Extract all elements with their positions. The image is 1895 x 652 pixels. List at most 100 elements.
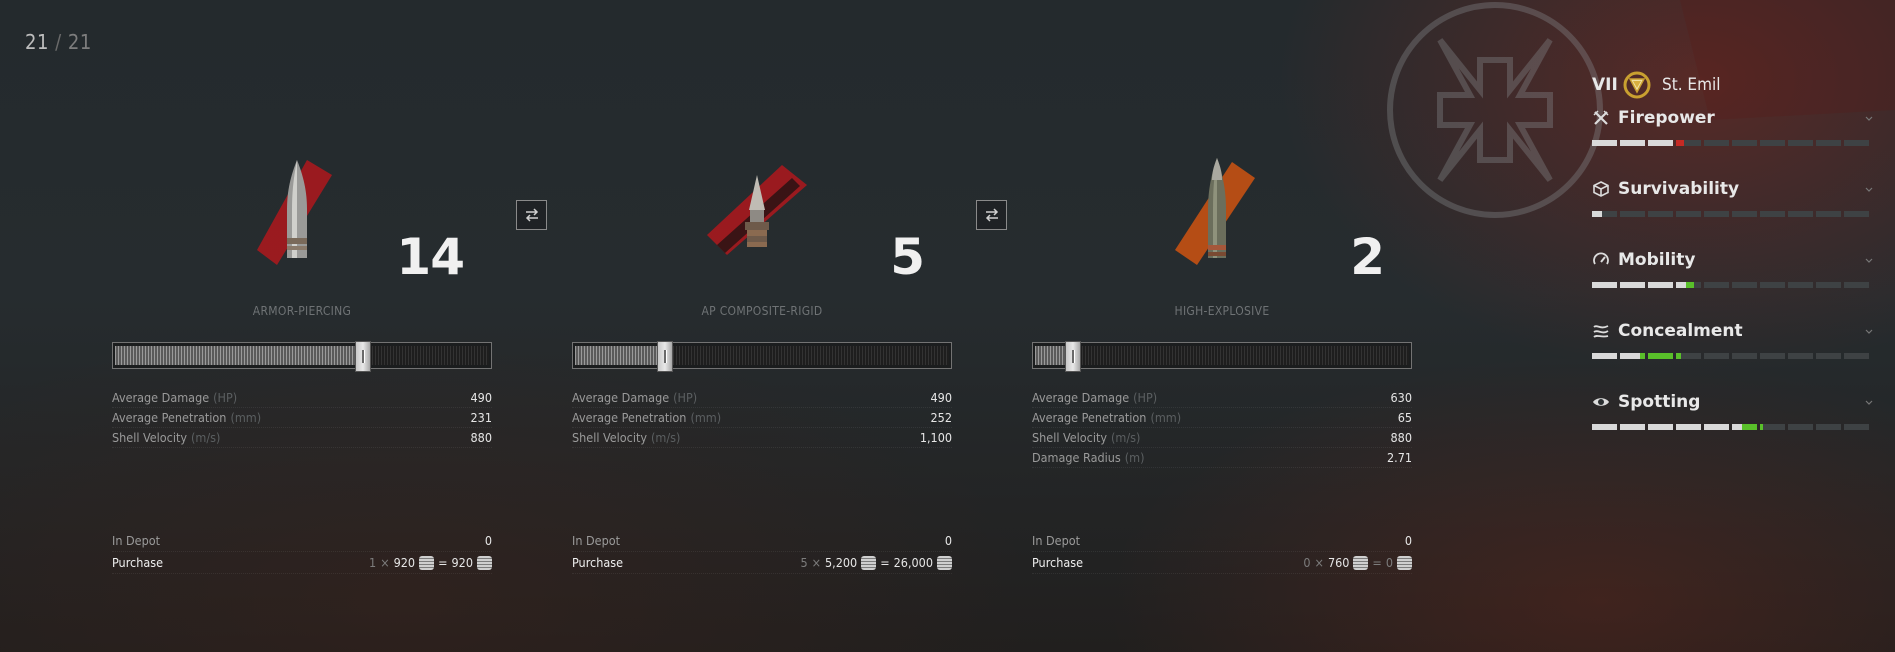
attribute-bar-segment <box>1844 211 1869 217</box>
swap-arrows-icon <box>985 208 998 222</box>
purchase-label: Purchase <box>1032 555 1084 570</box>
attribute-bar-segment <box>1592 211 1617 217</box>
chevron-down-icon[interactable] <box>1864 255 1874 265</box>
swap-arrows-icon <box>525 208 538 222</box>
stat-value: 630 <box>1390 390 1412 405</box>
attribute-bar-segment <box>1732 140 1757 146</box>
attribute-bar-segment <box>1760 140 1785 146</box>
attribute-spotting[interactable]: Spotting <box>1592 390 1874 449</box>
shell-stats: Average Damage (HP) 630 Average Penetrati… <box>1032 388 1412 468</box>
attribute-firepower[interactable]: Firepower <box>1592 106 1874 165</box>
slider-handle[interactable] <box>1065 341 1081 372</box>
stat-value: 65 <box>1397 410 1412 425</box>
stat-unit: (m/s) <box>191 430 221 445</box>
speedometer-icon <box>1593 252 1609 265</box>
shell-depot-info: In Depot 0 Purchase 5 × 5,200 = 26,000 <box>572 530 952 574</box>
shell-quantity-slider[interactable] <box>1032 341 1412 372</box>
attribute-mobility[interactable]: Mobility <box>1592 248 1874 307</box>
stat-label: Average Penetration <box>1032 410 1147 425</box>
attribute-bar-segment <box>1704 211 1729 217</box>
purchase-total: 26,000 <box>893 555 933 570</box>
tank-destroyer-class-icon <box>1623 71 1651 99</box>
stat-unit: (m/s) <box>651 430 681 445</box>
attribute-bar-segment <box>1732 353 1757 359</box>
attribute-bar-segment <box>1648 211 1673 217</box>
slots-current: 21 <box>25 30 49 54</box>
chevron-down-icon[interactable] <box>1864 397 1874 407</box>
attribute-bar-segment <box>1676 140 1701 146</box>
stat-value: 880 <box>470 430 492 445</box>
attribute-concealment[interactable]: Concealment <box>1592 319 1874 378</box>
attribute-title: Concealment <box>1618 321 1743 341</box>
shell-quantity-slider[interactable] <box>572 341 952 372</box>
attribute-bar-segment <box>1704 140 1729 146</box>
shell-count: 14 <box>396 228 465 286</box>
unit-price: 760 <box>1327 555 1350 570</box>
attribute-bar-segment <box>1592 282 1617 288</box>
attribute-bar-segment <box>1620 282 1645 288</box>
in-depot-label: In Depot <box>112 533 161 548</box>
shell-quantity-slider[interactable] <box>112 341 492 372</box>
stat-unit: (m/s) <box>1111 430 1141 445</box>
attribute-bar-segment <box>1760 353 1785 359</box>
stat-row: Shell Velocity (m/s) 880 <box>112 428 492 448</box>
shell-slot-ap-composite-rigid[interactable]: 5 AP COMPOSITE-RIGID Average Damage (HP) … <box>572 0 952 652</box>
attribute-bar-segment <box>1676 211 1701 217</box>
shell-stats: Average Damage (HP) 490 Average Penetrati… <box>112 388 492 448</box>
shell-count: 5 <box>890 228 925 286</box>
swap-shells-button[interactable] <box>516 200 547 230</box>
credits-icon <box>1353 555 1369 570</box>
stat-label: Damage Radius <box>1032 450 1121 465</box>
attribute-bar-segment <box>1620 140 1645 146</box>
stat-unit: (HP) <box>1133 390 1158 405</box>
unit-price: 5,200 <box>825 555 858 570</box>
attribute-bar-segment <box>1732 424 1757 430</box>
purchase-quantity: 0 <box>1303 555 1311 570</box>
attribute-bar-segment <box>1788 140 1813 146</box>
attribute-bar-segment <box>1648 424 1673 430</box>
stat-value: 490 <box>470 390 492 405</box>
slider-handle[interactable] <box>355 341 371 372</box>
stat-label: Shell Velocity <box>1032 430 1108 445</box>
shell-slot-high-explosive[interactable]: 2 HIGH-EXPLOSIVE Average Damage (HP) 630 … <box>1032 0 1412 652</box>
attribute-title: Mobility <box>1618 250 1696 270</box>
times-sign: × <box>811 555 822 570</box>
stat-label: Average Penetration <box>572 410 687 425</box>
stat-unit: (HP) <box>673 390 698 405</box>
times-sign: × <box>1314 555 1324 570</box>
stat-row: Average Penetration (mm) 65 <box>1032 408 1412 428</box>
swap-shells-button[interactable] <box>976 200 1007 230</box>
stat-label: Average Damage <box>1032 390 1130 405</box>
vehicle-tier: VII <box>1592 75 1618 95</box>
purchase-total: 920 <box>451 555 473 570</box>
shell-depot-info: In Depot 0 Purchase 1 × 920 = 920 <box>112 530 492 574</box>
stat-unit: (m) <box>1124 450 1145 465</box>
in-depot-label: In Depot <box>572 533 621 548</box>
stat-unit: (HP) <box>213 390 238 405</box>
chevron-down-icon[interactable] <box>1864 184 1874 194</box>
shell-type-name: AP COMPOSITE-RIGID <box>701 304 823 318</box>
in-depot-row: In Depot 0 <box>1032 530 1412 552</box>
attribute-bar-segment <box>1844 140 1869 146</box>
attribute-title: Spotting <box>1618 392 1701 412</box>
attribute-bar-segment <box>1760 282 1785 288</box>
in-depot-row: In Depot 0 <box>572 530 952 552</box>
attribute-survivability[interactable]: Survivability <box>1592 177 1874 236</box>
attribute-bar-segment <box>1760 211 1785 217</box>
times-sign: × <box>380 555 390 570</box>
stat-value: 2.71 <box>1386 450 1412 465</box>
stat-row: Average Damage (HP) 490 <box>572 388 952 408</box>
stat-value: 490 <box>930 390 952 405</box>
purchase-row: Purchase 5 × 5,200 = 26,000 <box>572 552 952 574</box>
cube-icon <box>1593 181 1609 197</box>
chevron-down-icon[interactable] <box>1864 326 1874 336</box>
attribute-bar-segment <box>1592 353 1617 359</box>
stat-row: Average Damage (HP) 630 <box>1032 388 1412 408</box>
chevron-down-icon[interactable] <box>1864 113 1874 123</box>
in-depot-value: 0 <box>484 533 492 548</box>
stat-label: Shell Velocity <box>112 430 188 445</box>
crossed-guns-icon <box>1593 110 1609 125</box>
slider-handle[interactable] <box>657 341 673 372</box>
attribute-bar <box>1592 282 1874 288</box>
shell-slot-armor-piercing[interactable]: 14 ARMOR-PIERCING Average Damage (HP) 490… <box>112 0 492 652</box>
